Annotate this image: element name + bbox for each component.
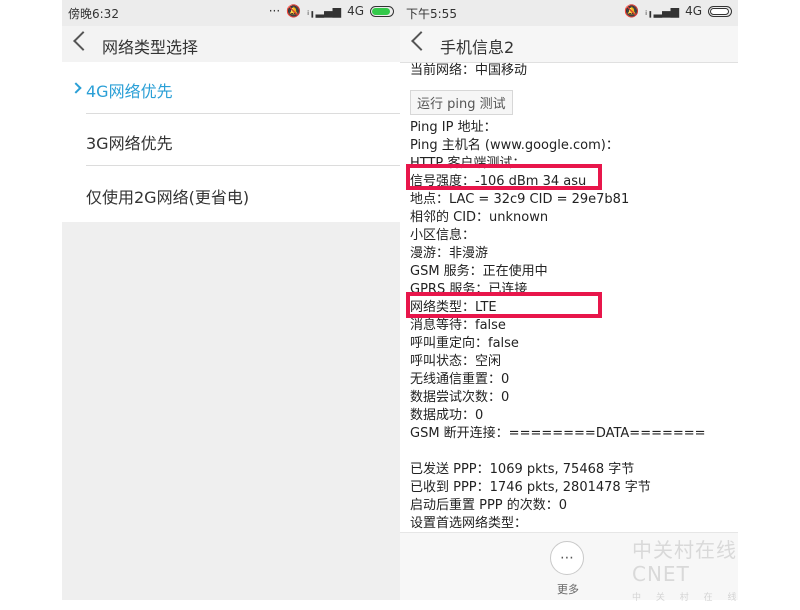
info-row: GSM 服务：正在使用中 xyxy=(410,264,548,279)
more-icon[interactable]: ⋯ xyxy=(550,541,584,575)
status-time: 下午5:55 xyxy=(406,7,457,21)
signal-icon: ᵢ╻▂▄▆ xyxy=(645,4,680,18)
current-network: 当前网络：中国移动 xyxy=(410,63,528,78)
watermark-logo: 中关村在线 CNET 中 关 村 在 线 xyxy=(632,538,796,603)
info-row: 相邻的 CID：unknown xyxy=(410,210,549,225)
screen-header: 网络类型选择 xyxy=(62,26,400,63)
page-title: 手机信息2 xyxy=(440,38,515,57)
info-row: 已收到 PPP：1746 pkts, 2801478 字节 xyxy=(410,480,651,495)
run-ping-test-button[interactable]: 运行 ping 测试 xyxy=(410,90,513,115)
watermark-subtext: 中 关 村 在 线 xyxy=(632,593,743,603)
network-type-icon: 4G xyxy=(347,4,364,18)
left-phone-screen: 傍晚6:32 ··· 🔕 ᵢ╻▂▄▆ 4G 网络类型选择 4G网络优先 3G网络… xyxy=(62,0,400,600)
info-row: 数据尝试次数：0 xyxy=(410,390,510,405)
divider xyxy=(86,165,400,166)
selected-check-icon xyxy=(70,82,82,94)
option-label: 3G网络优先 xyxy=(86,134,173,153)
page-title: 网络类型选择 xyxy=(102,38,199,57)
signal-strength-highlight xyxy=(406,164,602,190)
info-row: 呼叫重定向：false xyxy=(410,336,519,351)
battery-charging-icon xyxy=(370,5,394,17)
status-icons: 🔕 ᵢ╻▂▄▆ 4G xyxy=(624,4,732,18)
battery-icon xyxy=(708,5,732,17)
network-option-3g[interactable]: 3G网络优先 xyxy=(62,114,400,166)
mute-icon: 🔕 xyxy=(624,4,640,18)
status-bar: 下午5:55 🔕 ᵢ╻▂▄▆ 4G xyxy=(400,0,738,26)
info-row: 漫游：非漫游 xyxy=(410,246,489,261)
info-row: 无线通信重置：0 xyxy=(410,372,510,387)
info-row xyxy=(410,443,728,461)
info-row: 设置首选网络类型： xyxy=(410,516,528,531)
option-label: 4G网络优先 xyxy=(86,82,173,101)
status-time: 傍晚6:32 xyxy=(68,7,119,21)
info-row: 地点：LAC = 32c9 CID = 29e7b81 xyxy=(410,192,630,207)
dots-icon: ··· xyxy=(268,4,281,18)
screen-header: 手机信息2 xyxy=(400,26,738,63)
info-row: Ping 主机名 (www.google.com)： xyxy=(410,138,619,153)
info-row: 小区信息： xyxy=(410,228,476,243)
option-label: 仅使用2G网络(更省电) xyxy=(86,188,250,207)
network-option-2g[interactable]: 仅使用2G网络(更省电) xyxy=(62,168,400,220)
right-phone-screen: 下午5:55 🔕 ᵢ╻▂▄▆ 4G 手机信息2 当前网络：中国移动 运行 pin… xyxy=(400,0,738,600)
network-type-icon: 4G xyxy=(685,4,702,18)
signal-icon: ᵢ╻▂▄▆ xyxy=(307,4,342,18)
back-icon[interactable] xyxy=(73,31,93,51)
mute-icon: 🔕 xyxy=(286,4,302,18)
info-row: 呼叫状态：空闲 xyxy=(410,354,502,369)
info-row: 已发送 PPP：1069 pkts, 75468 字节 xyxy=(410,462,635,477)
status-icons: ··· 🔕 ᵢ╻▂▄▆ 4G xyxy=(269,4,394,18)
info-row: 数据成功：0 xyxy=(410,408,484,423)
info-row: GSM 断开连接：========DATA======= xyxy=(410,426,706,441)
info-row: Ping IP 地址： xyxy=(410,120,497,135)
watermark-text: 中关村在线 CNET xyxy=(632,538,737,586)
status-bar: 傍晚6:32 ··· 🔕 ᵢ╻▂▄▆ 4G xyxy=(62,0,400,26)
network-type-highlight xyxy=(406,292,602,318)
more-label: 更多 xyxy=(557,583,579,596)
network-option-4g[interactable]: 4G网络优先 xyxy=(62,62,400,114)
back-icon[interactable] xyxy=(411,31,431,51)
info-row: 消息等待：false xyxy=(410,318,506,333)
info-row: 启动后重置 PPP 的次数：0 xyxy=(410,498,568,513)
